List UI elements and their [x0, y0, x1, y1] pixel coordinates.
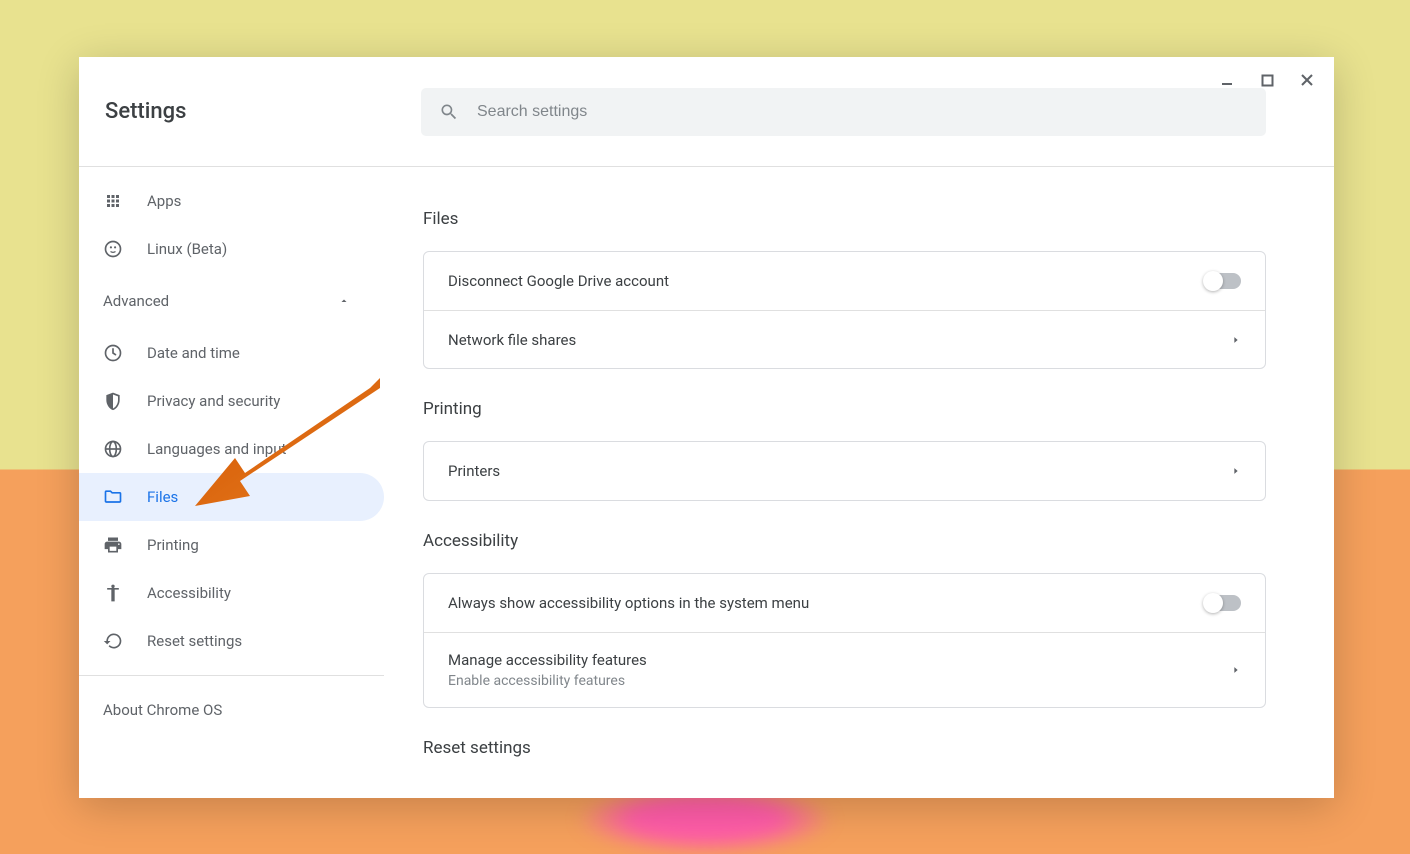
- search-box[interactable]: [421, 88, 1266, 136]
- sidebar-item-linux[interactable]: Linux (Beta): [79, 225, 384, 273]
- sidebar-item-languages[interactable]: Languages and input: [79, 425, 384, 473]
- section-title-reset: Reset settings: [423, 738, 1266, 758]
- toggle-always-show-a11y[interactable]: [1205, 595, 1241, 611]
- row-manage-a11y[interactable]: Manage accessibility features Enable acc…: [424, 632, 1265, 707]
- row-label: Manage accessibility features: [448, 651, 647, 669]
- sidebar-item-date-time[interactable]: Date and time: [79, 329, 384, 377]
- sidebar-advanced-label: Advanced: [103, 292, 169, 310]
- sidebar-item-label: Privacy and security: [147, 392, 280, 410]
- sidebar-item-apps[interactable]: Apps: [79, 177, 384, 225]
- apps-icon: [103, 191, 123, 211]
- sidebar: Apps Linux (Beta) Advanced Date and time: [79, 167, 385, 798]
- sidebar-item-accessibility[interactable]: Accessibility: [79, 569, 384, 617]
- section-title-printing: Printing: [423, 399, 1266, 419]
- files-card: Disconnect Google Drive account Network …: [423, 251, 1266, 369]
- sidebar-item-reset[interactable]: Reset settings: [79, 617, 384, 665]
- sidebar-item-label: Date and time: [147, 344, 240, 362]
- accessibility-card: Always show accessibility options in the…: [423, 573, 1266, 708]
- printer-icon: [103, 535, 123, 555]
- row-printers[interactable]: Printers: [424, 442, 1265, 500]
- window-controls: [1218, 71, 1316, 89]
- body: Apps Linux (Beta) Advanced Date and time: [79, 167, 1334, 798]
- settings-window: Settings Apps Linux (Beta): [79, 57, 1334, 798]
- folder-icon: [103, 487, 123, 507]
- row-always-show-a11y[interactable]: Always show accessibility options in the…: [424, 574, 1265, 632]
- toggle-disconnect-drive[interactable]: [1205, 273, 1241, 289]
- page-title: Settings: [79, 99, 421, 124]
- shield-icon: [103, 391, 123, 411]
- close-icon: [1300, 73, 1314, 87]
- accessibility-icon: [103, 583, 123, 603]
- sidebar-item-label: Accessibility: [147, 584, 231, 602]
- sidebar-divider: [79, 675, 384, 676]
- clock-icon: [103, 343, 123, 363]
- sidebar-item-files[interactable]: Files: [79, 473, 384, 521]
- row-network-file-shares[interactable]: Network file shares: [424, 310, 1265, 368]
- sidebar-item-label: Files: [147, 488, 178, 506]
- maximize-icon: [1261, 74, 1274, 87]
- sidebar-advanced-toggle[interactable]: Advanced: [79, 273, 384, 329]
- chevron-right-icon: [1231, 334, 1241, 346]
- minimize-icon: [1220, 73, 1234, 87]
- row-disconnect-drive[interactable]: Disconnect Google Drive account: [424, 252, 1265, 310]
- section-title-files: Files: [423, 209, 1266, 229]
- linux-icon: [103, 239, 123, 259]
- sidebar-item-label: Apps: [147, 192, 181, 210]
- row-label: Disconnect Google Drive account: [448, 272, 669, 290]
- close-button[interactable]: [1298, 71, 1316, 89]
- row-label: Printers: [448, 462, 500, 480]
- sidebar-item-label: Printing: [147, 536, 199, 554]
- sidebar-item-privacy[interactable]: Privacy and security: [79, 377, 384, 425]
- sidebar-about[interactable]: About Chrome OS: [79, 686, 384, 734]
- row-sublabel: Enable accessibility features: [448, 673, 647, 689]
- sidebar-item-label: Languages and input: [147, 440, 286, 458]
- chevron-right-icon: [1231, 664, 1241, 676]
- reset-icon: [103, 631, 123, 651]
- sidebar-item-printing[interactable]: Printing: [79, 521, 384, 569]
- sidebar-item-label: Reset settings: [147, 632, 242, 650]
- row-label: Always show accessibility options in the…: [448, 594, 809, 612]
- printing-card: Printers: [423, 441, 1266, 501]
- row-label: Network file shares: [448, 331, 576, 349]
- sidebar-item-label: Linux (Beta): [147, 240, 227, 258]
- chevron-right-icon: [1231, 465, 1241, 477]
- chevron-up-icon: [338, 295, 350, 307]
- maximize-button[interactable]: [1258, 71, 1276, 89]
- search-wrap: [421, 88, 1334, 136]
- row-text: Manage accessibility features Enable acc…: [448, 651, 647, 689]
- main-content: Files Disconnect Google Drive account Ne…: [385, 167, 1334, 798]
- search-input[interactable]: [477, 103, 1248, 121]
- section-title-accessibility: Accessibility: [423, 531, 1266, 551]
- search-icon: [439, 102, 459, 122]
- minimize-button[interactable]: [1218, 71, 1236, 89]
- globe-icon: [103, 439, 123, 459]
- header: Settings: [79, 57, 1334, 167]
